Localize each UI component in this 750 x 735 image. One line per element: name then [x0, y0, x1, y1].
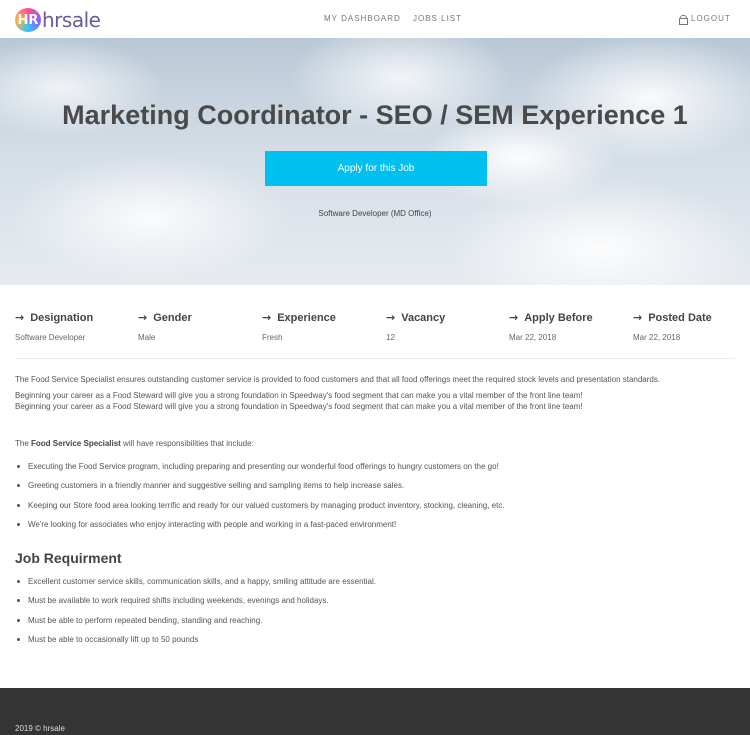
list-item: Excellent customer service skills, commu… [17, 577, 376, 596]
logout-label: LOGOUT [691, 14, 731, 23]
info-label: Vacancy [401, 311, 446, 324]
lead-suffix: will have responsibilities that include: [120, 439, 254, 448]
logo-mark-icon: HR [15, 8, 41, 32]
info-value: Mar 22, 2018 [633, 333, 681, 342]
career-line-duplicate: Beginning your career as a Food Steward … [15, 402, 583, 411]
top-navbar: HR hrsale MY DASHBOARD JOBS LIST LOGOUT [0, 0, 750, 38]
logo-text: hrsale [42, 8, 101, 32]
arrow-right-icon: → [386, 311, 396, 324]
job-title: Marketing Coordinator - SEO / SEM Experi… [62, 100, 688, 130]
info-value: Male [138, 333, 156, 342]
info-label: Gender [153, 311, 192, 324]
logo[interactable]: HR hrsale [15, 8, 101, 32]
logout-link[interactable]: LOGOUT [679, 14, 731, 25]
info-vacancy: → Vacancy 12 [386, 311, 496, 342]
copyright-text: 2019 © hrsale [15, 724, 65, 733]
info-label: Posted Date [648, 311, 712, 324]
footer: 2019 © hrsale [0, 688, 750, 735]
requirements-list: Excellent customer service skills, commu… [17, 577, 376, 654]
list-item: Keeping our Store food area looking terr… [17, 501, 505, 520]
list-item: We're looking for associates who enjoy i… [17, 520, 505, 539]
info-designation: → Designation Software Developer [15, 311, 125, 342]
info-value: Software Developer [15, 333, 86, 342]
apply-for-job-button[interactable]: Apply for this Job [265, 151, 487, 186]
list-item: Must be able to perform repeated bending… [17, 616, 376, 635]
career-line: Beginning your career as a Food Steward … [15, 391, 583, 400]
job-intro: The Food Service Specialist ensures outs… [15, 375, 661, 384]
nav-my-dashboard[interactable]: MY DASHBOARD [324, 14, 401, 23]
hero-banner: Marketing Coordinator - SEO / SEM Experi… [0, 38, 750, 285]
info-label: Experience [277, 311, 336, 324]
arrow-right-icon: → [262, 311, 272, 324]
arrow-right-icon: → [15, 311, 25, 324]
divider [15, 358, 735, 359]
info-experience: → Experience Fresh [262, 311, 372, 342]
responsibilities-lead: The Food Service Specialist will have re… [15, 439, 254, 448]
info-label: Designation [30, 311, 94, 324]
info-value: 12 [386, 333, 395, 342]
responsibilities-list: Executing the Food Service program, incl… [17, 462, 505, 539]
lead-prefix: The [15, 439, 32, 448]
info-apply-before: → Apply Before Mar 22, 2018 [509, 311, 619, 342]
lock-icon [679, 14, 688, 25]
arrow-right-icon: → [633, 311, 643, 324]
list-item: Executing the Food Service program, incl… [17, 462, 505, 481]
info-value: Fresh [262, 333, 283, 342]
list-item: Greeting customers in a friendly manner … [17, 481, 505, 500]
requirements-heading: Job Requirment [15, 550, 122, 566]
info-posted-date: → Posted Date Mar 22, 2018 [633, 311, 743, 342]
list-item: Must be available to work required shift… [17, 596, 376, 615]
lead-bold: Food Service Specialist [31, 439, 121, 448]
info-label: Apply Before [524, 311, 593, 324]
info-value: Mar 22, 2018 [509, 333, 557, 342]
arrow-right-icon: → [509, 311, 519, 324]
arrow-right-icon: → [138, 311, 148, 324]
job-location: Software Developer (MD Office) [318, 209, 432, 218]
list-item: Must be able to occasionally lift up to … [17, 635, 376, 654]
nav-jobs-list[interactable]: JOBS LIST [413, 14, 462, 23]
info-gender: → Gender Male [138, 311, 248, 342]
